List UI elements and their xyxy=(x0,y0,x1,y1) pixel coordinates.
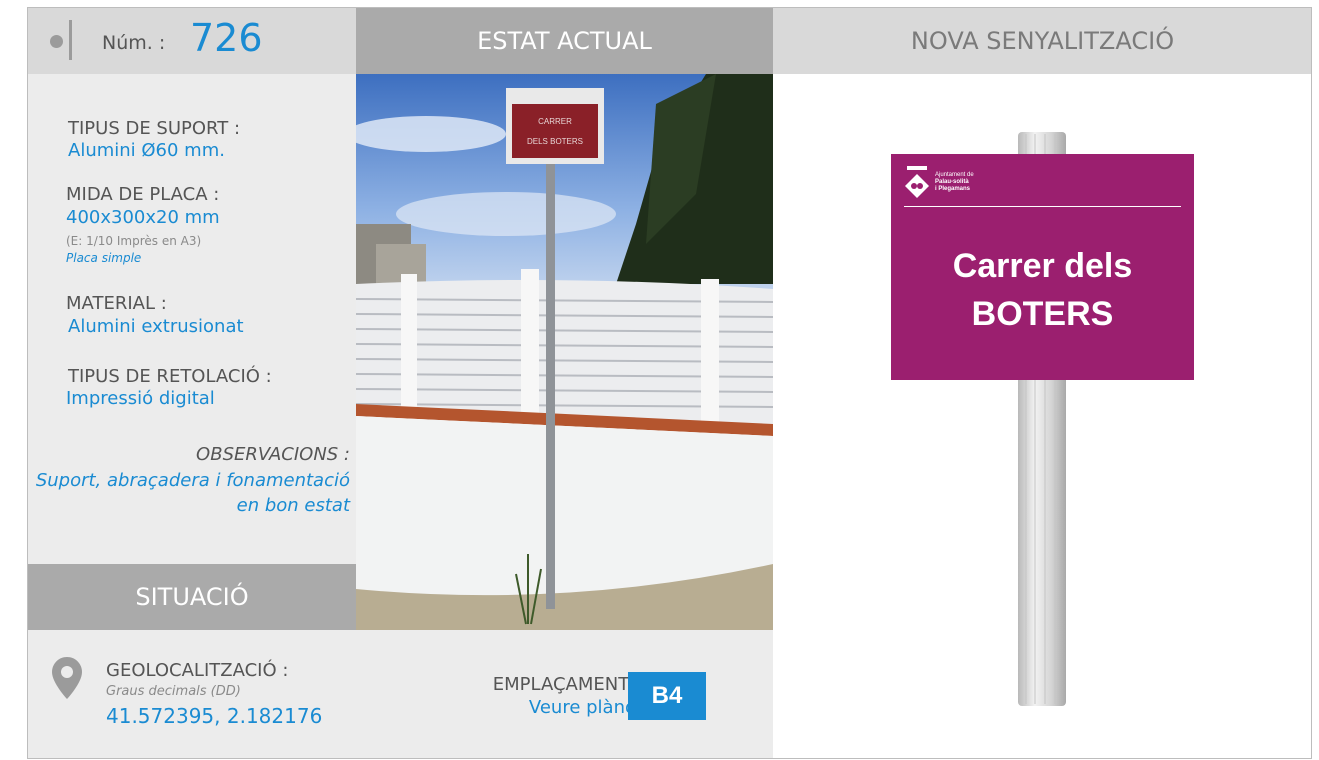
new-signage-panel: Ajuntament de Palau-solità i Plegamans C… xyxy=(773,74,1311,758)
street-name: Carrer dels BOTERS xyxy=(891,242,1194,338)
photo-sign-line1: CARRER xyxy=(538,117,572,126)
new-street-plate: Ajuntament de Palau-solità i Plegamans C… xyxy=(891,154,1194,380)
material-value: Alumini extrusionat xyxy=(68,316,244,337)
photo-sign-line2: DELS BOTERS xyxy=(527,137,583,146)
street-line1: Carrer dels xyxy=(952,247,1133,285)
plate-type: Placa simple xyxy=(66,251,142,265)
grid-ref-badge: B4 xyxy=(628,672,706,720)
org-line3: i Plegamans xyxy=(935,186,971,192)
number-header: Núm. : 726 xyxy=(28,8,356,74)
bullet-bar-icon xyxy=(69,20,72,60)
town-crest-icon xyxy=(905,166,929,198)
current-state-photo: CARRER DELS BOTERS xyxy=(356,74,773,630)
lettering-value: Impressió digital xyxy=(66,388,215,409)
plate-size-label: MIDA DE PLACA : xyxy=(66,184,220,205)
street-line2: BOTERS xyxy=(971,295,1114,333)
org-line1: Ajuntament de xyxy=(935,172,974,178)
situation-title: SITUACIÓ xyxy=(28,564,356,630)
support-type-label: TIPUS DE SUPORT : xyxy=(68,118,241,139)
number-value: 726 xyxy=(190,16,263,60)
info-panel: TIPUS DE SUPORT : Alumini Ø60 mm. MIDA D… xyxy=(28,74,356,564)
situation-panel: GEOLOCALITZACIÓ : Graus decimals (DD) 41… xyxy=(28,630,773,758)
number-label: Núm. : xyxy=(102,32,166,54)
sign-sheet: Núm. : 726 ESTAT ACTUAL NOVA SENYALITZAC… xyxy=(27,7,1312,759)
placement-map-link[interactable]: Veure plànol xyxy=(529,697,641,718)
geolocation-label: GEOLOCALITZACIÓ : xyxy=(106,660,289,681)
bullet-dot-icon xyxy=(50,35,63,48)
geolocation-format: Graus decimals (DD) xyxy=(106,684,241,699)
location-pin-icon xyxy=(52,657,82,699)
lettering-label: TIPUS DE RETOLACIÓ : xyxy=(68,366,272,387)
material-label: MATERIAL : xyxy=(66,293,167,314)
support-type-value: Alumini Ø60 mm. xyxy=(68,140,225,161)
org-line2: Palau-solità xyxy=(935,179,969,185)
placement-label: EMPLAÇAMENT : xyxy=(492,674,641,695)
observations-label: OBSERVACIONS : xyxy=(196,444,350,465)
observations-value: Suport, abraçadera i fonamentació en bon… xyxy=(35,470,350,516)
town-council-name: Ajuntament de Palau-solità i Plegamans xyxy=(935,172,974,193)
geolocation-value: 41.572395, 2.182176 xyxy=(106,704,323,728)
new-signage-title: NOVA SENYALITZACIÓ xyxy=(773,8,1311,74)
plate-size-scale: (E: 1/10 Imprès en A3) xyxy=(66,234,202,248)
plate-size-value: 400x300x20 mm xyxy=(66,207,220,228)
current-state-title: ESTAT ACTUAL xyxy=(356,8,773,74)
plate-divider xyxy=(904,206,1181,207)
